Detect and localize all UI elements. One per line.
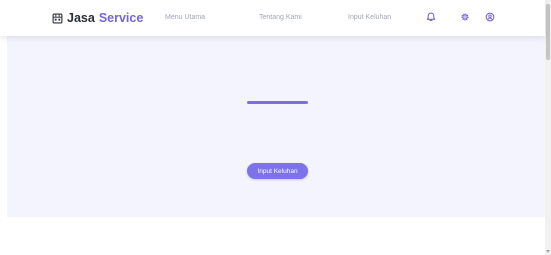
brand-logo[interactable]: Jasa Service [52, 11, 143, 25]
gear-icon[interactable] [460, 12, 470, 22]
brand-name: Jasa [67, 11, 95, 25]
hero-section: Input Keluhan [7, 36, 545, 217]
hero-divider [247, 101, 308, 104]
scrollbar-thumb[interactable] [546, 4, 550, 60]
scroll-down-arrow-icon[interactable] [546, 250, 550, 253]
nav-tentang-kami[interactable]: Tentang Kami [259, 14, 302, 21]
building-icon [52, 13, 63, 24]
nav-input-keluhan[interactable]: Input Keluhan [348, 14, 391, 21]
input-keluhan-button[interactable]: Input Keluhan [247, 163, 308, 179]
nav-menu-utama[interactable]: Menu Utama [165, 14, 205, 21]
user-icon[interactable] [485, 12, 495, 22]
brand-name-accent: Service [98, 11, 144, 25]
page: Jasa Service Menu Utama Tentang Kami Inp… [0, 0, 551, 255]
bell-icon[interactable] [426, 12, 436, 22]
page-scrollbar[interactable] [545, 0, 551, 255]
top-navbar: Jasa Service Menu Utama Tentang Kami Inp… [0, 0, 545, 36]
